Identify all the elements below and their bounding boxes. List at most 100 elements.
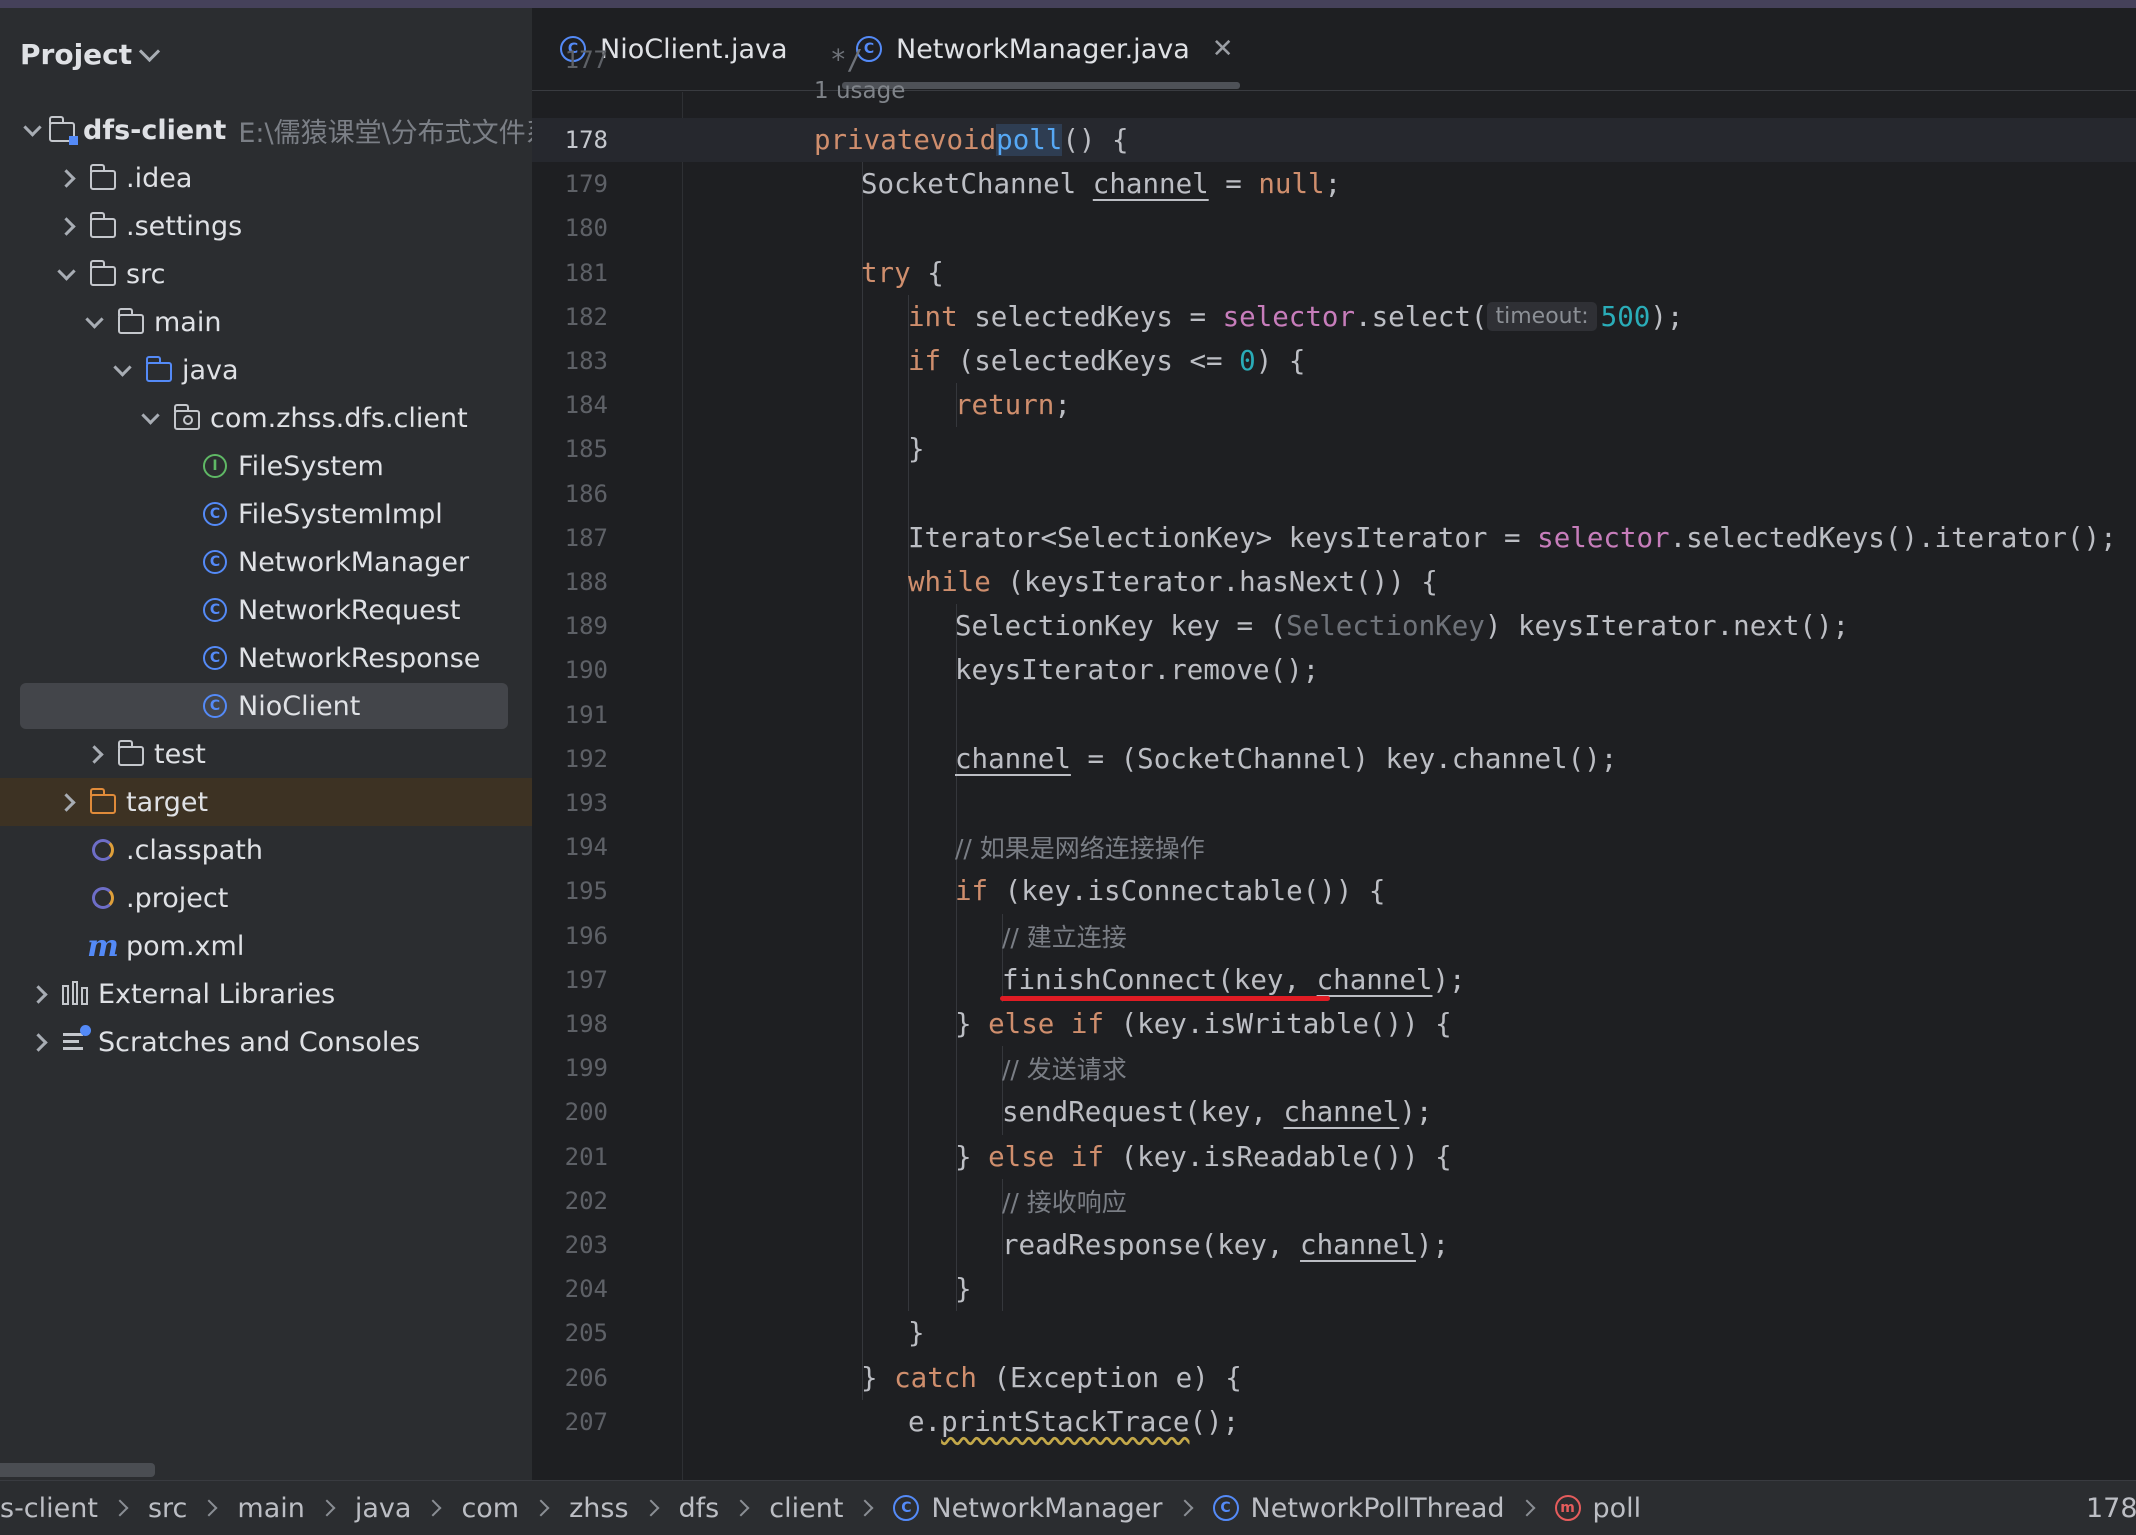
breadcrumb-item[interactable]: m poll xyxy=(1554,1493,1641,1524)
tree-item[interactable]: .idea xyxy=(0,154,532,202)
code-token: () { xyxy=(1062,124,1129,156)
code-token: (Exception e) { xyxy=(976,1361,1242,1394)
code-token: } xyxy=(861,1361,895,1394)
code-token: else if xyxy=(988,1140,1105,1173)
tree-item[interactable]: .project xyxy=(0,874,532,922)
tree-item[interactable]: C NetworkResponse xyxy=(0,634,532,682)
chevron-down-icon[interactable] xyxy=(110,357,134,382)
line-number: 195 xyxy=(564,877,608,906)
code-token: SocketChannel xyxy=(861,168,1093,201)
breadcrumb-item[interactable]: C NetworkPollThread xyxy=(1212,1493,1505,1524)
code-line: 200 sendRequest(key, channel); xyxy=(532,1090,2136,1134)
breadcrumb-label: java xyxy=(354,1492,412,1524)
usages-hint[interactable]: 1 usage xyxy=(814,78,905,104)
tree-item[interactable]: .classpath xyxy=(0,826,532,874)
tree-item-label: .settings xyxy=(126,210,243,242)
chevron-right-icon[interactable] xyxy=(26,1030,50,1054)
line-number: 199 xyxy=(564,1054,608,1083)
chevron-right-icon[interactable] xyxy=(82,742,106,766)
code-line: 191 xyxy=(532,693,2136,737)
tree-item-label: com.zhss.dfs.client xyxy=(210,402,468,434)
chevron-right-icon[interactable] xyxy=(54,790,78,814)
breadcrumb-item[interactable]: s-client xyxy=(0,1493,98,1524)
tree-item-label: NetworkResponse xyxy=(238,642,481,674)
tree-item[interactable]: .settings xyxy=(0,202,532,250)
eclipse-file-icon xyxy=(88,883,118,913)
code-text: return; xyxy=(955,383,1071,427)
tree-item[interactable]: C NetworkRequest xyxy=(0,586,532,634)
code-text: readResponse(key, channel); xyxy=(1002,1223,1449,1267)
class-icon: C xyxy=(893,1495,920,1521)
caret-position[interactable]: 178: xyxy=(2086,1481,2136,1535)
breadcrumb-item[interactable]: C NetworkManager xyxy=(893,1493,1163,1524)
code-token: // 接收响应 xyxy=(1002,1187,1127,1217)
chevron-right-icon xyxy=(111,1499,129,1517)
code-text: SelectionKey key = (SelectionKey) keysIt… xyxy=(955,604,1849,648)
tree-item[interactable]: m pom.xml xyxy=(0,922,532,970)
tree-item[interactable]: src xyxy=(0,250,532,298)
line-number: 202 xyxy=(564,1186,608,1215)
code-token: ) { xyxy=(1255,345,1306,377)
code-token: int xyxy=(908,300,958,333)
code-text: // 建立连接 xyxy=(1002,914,1127,958)
code-token: ); xyxy=(1432,963,1466,996)
line-number: 186 xyxy=(564,479,608,508)
tree-item[interactable]: C NetworkManager xyxy=(0,538,532,586)
breadcrumb-item[interactable]: zhss xyxy=(569,1493,628,1524)
breadcrumb-item[interactable]: main xyxy=(237,1493,304,1524)
tree-item[interactable]: C NioClient xyxy=(0,682,532,730)
chevron-right-icon[interactable] xyxy=(26,982,50,1006)
tree-item[interactable]: test xyxy=(0,730,532,778)
tree-item[interactable]: I FileSystem xyxy=(0,442,532,490)
tree-item-label: src xyxy=(126,258,166,290)
breadcrumb-item[interactable]: com xyxy=(461,1493,519,1524)
code-token: 500 xyxy=(1600,300,1651,333)
chevron-down-icon[interactable] xyxy=(54,261,78,286)
line-number: 207 xyxy=(564,1407,608,1436)
chevron-down-icon[interactable] xyxy=(23,117,42,142)
tree-item-label: NetworkManager xyxy=(238,546,470,578)
tree-item[interactable]: External Libraries xyxy=(0,970,532,1018)
chevron-right-icon[interactable] xyxy=(54,214,78,238)
code-area[interactable]: 177 */1 usage 178 private void poll() {179 S… xyxy=(532,44,2136,1480)
chevron-down-icon[interactable] xyxy=(82,309,106,334)
code-token: channel xyxy=(1283,1096,1400,1129)
code-line: 179 SocketChannel channel = null; xyxy=(532,162,2136,206)
tree-item[interactable]: main xyxy=(0,298,532,346)
line-number: 203 xyxy=(564,1231,608,1259)
tree-item-label: test xyxy=(154,738,206,770)
tree-item[interactable]: com.zhss.dfs.client xyxy=(0,394,532,442)
chevron-down-icon[interactable] xyxy=(138,405,162,430)
project-tree-horizontal-scrollbar[interactable] xyxy=(0,1463,155,1477)
tree-item[interactable]: dfs-client E:\儒猿课堂\分布式文件系 xyxy=(0,106,532,154)
line-number: 205 xyxy=(564,1319,608,1348)
code-token: catch xyxy=(894,1361,977,1394)
breadcrumb-label: dfs xyxy=(678,1492,720,1524)
code-text: try { xyxy=(861,251,944,295)
breadcrumb-item[interactable]: client xyxy=(769,1493,843,1524)
tree-item[interactable]: java xyxy=(0,346,532,394)
code-token: = xyxy=(1208,168,1259,201)
maven-icon: m xyxy=(87,928,119,964)
code-line: 201} else if (key.isReadable()) { xyxy=(532,1135,2136,1179)
line-number: 198 xyxy=(564,1010,608,1038)
code-token: printStackTrace xyxy=(941,1405,1190,1438)
line-number: 179 xyxy=(564,170,608,199)
code-text: sendRequest(key, channel); xyxy=(1002,1090,1433,1134)
breadcrumb-item[interactable]: java xyxy=(355,1493,412,1524)
line-number: 181 xyxy=(564,258,608,287)
tree-item[interactable]: Scratches and Consoles xyxy=(0,1018,532,1066)
breadcrumb-item[interactable]: dfs xyxy=(679,1493,720,1524)
code-line: 205} xyxy=(532,1311,2136,1355)
tree-item[interactable]: C FileSystemImpl xyxy=(0,490,532,538)
folder-icon xyxy=(88,163,118,193)
code-token: (key.isReadable()) { xyxy=(1104,1140,1452,1173)
method-icon: m xyxy=(1554,1495,1581,1521)
chevron-right-icon[interactable] xyxy=(54,166,78,190)
breadcrumb-item[interactable]: src xyxy=(148,1493,187,1524)
project-view-selector[interactable]: Project xyxy=(20,32,161,76)
tree-item[interactable]: target xyxy=(0,778,532,826)
code-line: 177 */ xyxy=(532,38,2136,82)
code-token: // 如果是网络连接操作 xyxy=(955,834,1205,864)
code-token: (key.isConnectable()) { xyxy=(988,875,1386,908)
